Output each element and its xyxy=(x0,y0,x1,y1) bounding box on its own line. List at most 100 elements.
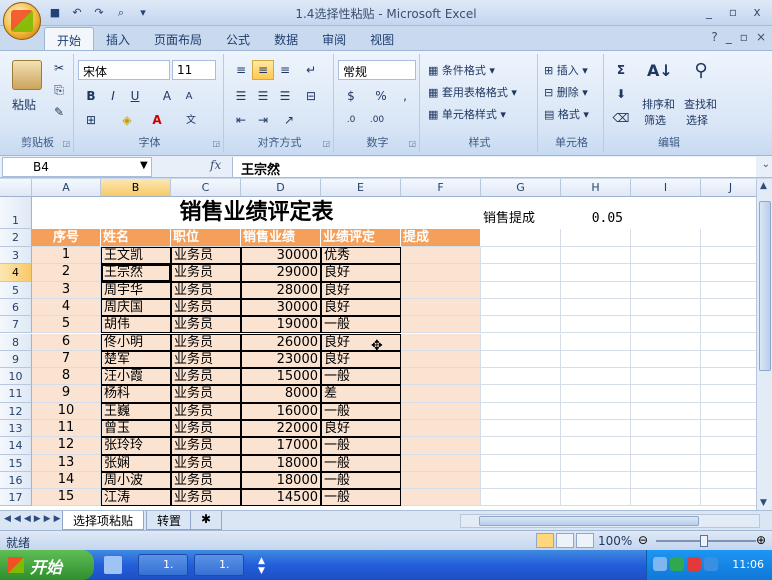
align-top-icon[interactable]: ≡ xyxy=(230,60,252,80)
data-cell[interactable]: 3 xyxy=(32,281,101,299)
empty-cell[interactable] xyxy=(481,489,561,507)
horizontal-scrollbar[interactable] xyxy=(460,514,760,528)
row-header-13[interactable]: 13 xyxy=(0,420,32,438)
header-cell-1[interactable]: 姓名 xyxy=(101,229,171,247)
data-cell[interactable]: 28000 xyxy=(241,281,321,299)
data-cell[interactable]: 15 xyxy=(32,489,101,507)
empty-cell[interactable] xyxy=(631,298,701,317)
empty-cell[interactable] xyxy=(701,437,756,455)
data-cell[interactable]: 业务员 xyxy=(171,333,241,351)
empty-cell[interactable] xyxy=(631,368,701,386)
empty-cell[interactable] xyxy=(561,350,631,369)
empty-cell[interactable] xyxy=(561,316,631,334)
decrease-indent-icon[interactable]: ⇤ xyxy=(230,110,252,130)
empty-cell[interactable] xyxy=(631,454,701,472)
data-cell[interactable]: 11 xyxy=(32,420,101,438)
data-cell[interactable]: 业务员 xyxy=(171,385,241,403)
data-cell[interactable] xyxy=(401,420,481,438)
cut-icon[interactable]: ✂ xyxy=(48,58,70,78)
empty-cell[interactable] xyxy=(561,437,631,455)
header-cell-3[interactable]: 销售业绩 xyxy=(241,229,321,247)
empty-cell[interactable] xyxy=(481,229,561,247)
empty-cell[interactable] xyxy=(631,471,701,490)
empty-cell[interactable] xyxy=(481,454,561,472)
empty-cell[interactable] xyxy=(631,437,701,455)
increase-indent-icon[interactable]: ⇥ xyxy=(252,110,274,130)
tray-app-icon[interactable] xyxy=(653,557,667,571)
empty-cell[interactable] xyxy=(631,333,701,351)
data-cell[interactable] xyxy=(401,471,481,490)
office-button[interactable] xyxy=(3,2,41,40)
data-cell[interactable]: 1 xyxy=(32,247,101,265)
data-cell[interactable]: 18000 xyxy=(241,471,321,490)
maximize-button[interactable]: ▫ xyxy=(722,3,744,21)
data-cell[interactable]: 差 xyxy=(321,385,401,403)
data-cell[interactable]: 8000 xyxy=(241,385,321,403)
name-cell[interactable]: 张娴 xyxy=(101,454,171,472)
tab-page-layout[interactable]: 页面布局 xyxy=(142,27,214,51)
empty-cell[interactable] xyxy=(701,299,756,317)
commission-label-cell[interactable]: 销售提成 xyxy=(481,211,561,229)
number-format-box[interactable]: 常规 xyxy=(338,60,416,80)
data-cell[interactable]: 9 xyxy=(32,385,101,403)
empty-cell[interactable] xyxy=(701,229,756,247)
empty-cell[interactable] xyxy=(481,350,561,369)
data-cell[interactable]: 业务员 xyxy=(171,281,241,299)
column-header-j[interactable]: J xyxy=(701,179,756,197)
name-box[interactable]: B4 xyxy=(2,157,152,177)
active-cell-b4[interactable]: 王宗然 xyxy=(101,264,171,282)
empty-cell[interactable] xyxy=(701,351,756,369)
empty-cell[interactable] xyxy=(481,247,561,265)
empty-cell[interactable] xyxy=(701,420,756,438)
data-cell[interactable]: 业务员 xyxy=(171,402,241,420)
paste-icon[interactable] xyxy=(12,60,42,90)
data-cell[interactable]: 一般 xyxy=(321,489,401,507)
name-cell[interactable]: 江涛 xyxy=(101,489,171,507)
spreadsheet-grid[interactable]: A B C D E F G H I J 1 2 3 4 5 6 7 8 9 10 11 12 13 14 15 16 17 销售业绩评… xyxy=(0,179,756,510)
data-cell[interactable]: 一般 xyxy=(321,437,401,455)
column-header-d[interactable]: D xyxy=(241,179,321,197)
empty-cell[interactable] xyxy=(481,385,561,403)
name-cell[interactable]: 佟小明 xyxy=(101,333,171,351)
data-cell[interactable]: 30000 xyxy=(241,298,321,317)
name-cell[interactable]: 周宇华 xyxy=(101,281,171,299)
column-header-i[interactable]: I xyxy=(631,179,701,197)
expand-formula-bar-icon[interactable]: ⌄ xyxy=(762,159,770,170)
data-cell[interactable]: 业务员 xyxy=(171,454,241,472)
empty-cell[interactable] xyxy=(631,247,701,265)
empty-cell[interactable] xyxy=(701,282,756,299)
row-header-17[interactable]: 17 xyxy=(0,489,32,507)
tab-insert[interactable]: 插入 xyxy=(94,27,142,51)
header-cell-5[interactable]: 提成 xyxy=(401,229,481,247)
italic-icon[interactable]: I xyxy=(102,86,124,106)
vertical-scroll-thumb[interactable] xyxy=(759,201,771,371)
align-center-icon[interactable]: ☰ xyxy=(252,86,274,106)
align-left-icon[interactable]: ☰ xyxy=(230,86,252,106)
empty-cell[interactable] xyxy=(631,229,701,247)
header-cell-0[interactable]: 序号 xyxy=(32,229,101,247)
grow-font-icon[interactable]: A xyxy=(156,86,178,106)
empty-cell[interactable] xyxy=(701,489,756,507)
formula-input[interactable]: 王宗然 xyxy=(232,157,756,178)
data-cell[interactable]: 业务员 xyxy=(171,298,241,317)
empty-cell[interactable] xyxy=(701,403,756,420)
data-cell[interactable]: 18000 xyxy=(241,454,321,472)
format-painter-icon[interactable]: ✎ xyxy=(48,102,70,122)
comma-icon[interactable]: , xyxy=(394,86,416,106)
find-select-button-line2[interactable]: 选择 xyxy=(686,112,708,128)
zoom-slider-thumb[interactable] xyxy=(700,535,708,547)
row-header-16[interactable]: 16 xyxy=(0,471,32,490)
vertical-scrollbar[interactable]: ▲ ▼ xyxy=(756,179,772,510)
data-cell[interactable]: 14500 xyxy=(241,489,321,507)
zoom-in-icon[interactable]: ⊕ xyxy=(756,533,766,547)
data-cell[interactable]: 业务员 xyxy=(171,247,241,265)
data-cell[interactable] xyxy=(401,385,481,403)
empty-cell[interactable] xyxy=(561,264,631,282)
empty-cell[interactable] xyxy=(481,298,561,317)
data-cell[interactable]: 17000 xyxy=(241,437,321,455)
row-header-6[interactable]: 6 xyxy=(0,298,32,317)
empty-cell[interactable] xyxy=(631,264,701,282)
empty-cell[interactable] xyxy=(481,316,561,334)
empty-cell[interactable] xyxy=(561,385,631,403)
data-cell[interactable]: 15000 xyxy=(241,368,321,386)
